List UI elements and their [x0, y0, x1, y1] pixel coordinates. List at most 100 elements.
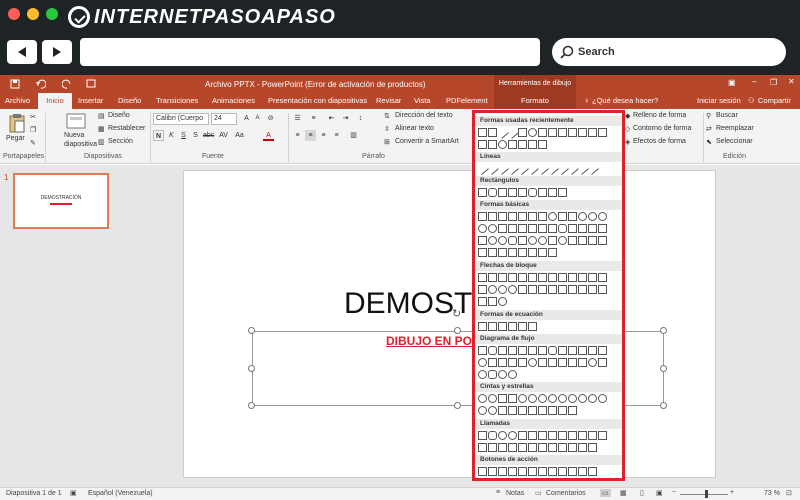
- tab-formato[interactable]: Formato: [494, 93, 576, 109]
- shrink-font-icon[interactable]: A: [252, 113, 263, 124]
- tab-diseno[interactable]: Diseño: [118, 96, 141, 105]
- tab-insertar[interactable]: Insertar: [78, 96, 103, 105]
- select-button[interactable]: Seleccionar: [716, 138, 753, 145]
- slideshow-view-icon[interactable]: ▣: [656, 489, 663, 497]
- tab-animaciones[interactable]: Animaciones: [212, 96, 255, 105]
- new-slide-label[interactable]: Nueva diapositiva: [64, 131, 98, 149]
- shape-row[interactable]: [478, 443, 597, 452]
- shape-row[interactable]: [478, 236, 607, 245]
- tab-vista[interactable]: Vista: [414, 96, 431, 105]
- spacing-button[interactable]: AV: [218, 130, 229, 141]
- shape-row[interactable]: [478, 406, 577, 415]
- slide-canvas[interactable]: DEMOSTR DIBUJO EN POW ↻: [183, 170, 716, 478]
- section-button[interactable]: Sección: [108, 138, 133, 145]
- resize-handle[interactable]: [248, 365, 255, 372]
- zoom-level[interactable]: 73 %: [764, 490, 780, 497]
- restore-icon[interactable]: ❐: [770, 78, 777, 87]
- minimize-icon[interactable]: –: [752, 77, 756, 86]
- tab-archivo[interactable]: Archivo: [5, 96, 30, 105]
- shape-effects-button[interactable]: Efectos de forma: [633, 138, 686, 145]
- strike-button[interactable]: abc: [203, 130, 214, 141]
- shape-row[interactable]: [478, 273, 607, 282]
- reset-button[interactable]: Restablecer: [108, 125, 145, 132]
- tab-revisar[interactable]: Revisar: [376, 96, 401, 105]
- notes-button[interactable]: Notas: [506, 490, 524, 497]
- signin-link[interactable]: Iniciar sesión: [697, 96, 741, 105]
- shape-outline-button[interactable]: Contorno de forma: [633, 125, 691, 132]
- font-color-button[interactable]: A: [263, 130, 274, 141]
- bullets-icon[interactable]: ☰: [292, 113, 303, 124]
- layout-button[interactable]: Diseño: [108, 112, 130, 119]
- zoom-slider[interactable]: [680, 494, 728, 495]
- bold-button[interactable]: N: [153, 130, 164, 141]
- shape-row[interactable]: [478, 431, 607, 440]
- share-button[interactable]: Compartir: [758, 96, 791, 105]
- align-right-icon[interactable]: ≡: [318, 130, 329, 141]
- save-icon[interactable]: [10, 79, 20, 89]
- resize-handle[interactable]: [660, 402, 667, 409]
- slide-subtitle[interactable]: DIBUJO EN POW: [386, 334, 483, 348]
- sorter-view-icon[interactable]: ▦: [620, 489, 627, 497]
- increase-indent-icon[interactable]: ⇥: [340, 113, 351, 124]
- resize-handle[interactable]: [660, 365, 667, 372]
- align-center-icon[interactable]: ≡: [305, 130, 316, 141]
- align-left-icon[interactable]: ≡: [292, 130, 303, 141]
- rotate-handle-icon[interactable]: ↻: [452, 307, 461, 320]
- reading-view-icon[interactable]: ▯: [640, 489, 644, 497]
- clear-format-icon[interactable]: ⊘: [265, 113, 276, 124]
- redo-icon[interactable]: [62, 79, 72, 89]
- undo-icon[interactable]: [36, 79, 46, 89]
- shape-row[interactable]: [478, 285, 607, 294]
- text-direction-button[interactable]: Dirección del texto: [395, 112, 453, 119]
- cut-icon[interactable]: ✂: [30, 113, 36, 121]
- tab-inicio[interactable]: Inicio: [38, 93, 72, 109]
- shape-row[interactable]: [478, 322, 537, 331]
- comments-button[interactable]: Comentarios: [546, 490, 586, 497]
- copy-icon[interactable]: ❐: [30, 126, 36, 134]
- ribbon-options-icon[interactable]: ▣: [728, 78, 736, 87]
- resize-handle[interactable]: [660, 327, 667, 334]
- smartart-button[interactable]: Convertir a SmartArt: [395, 138, 459, 145]
- resize-handle[interactable]: [454, 402, 461, 409]
- decrease-indent-icon[interactable]: ⇤: [326, 113, 337, 124]
- format-painter-icon[interactable]: ✎: [30, 139, 36, 147]
- resize-handle[interactable]: [248, 402, 255, 409]
- paste-label[interactable]: Pegar: [6, 135, 25, 142]
- grow-font-icon[interactable]: A: [241, 113, 252, 124]
- tab-presentacion[interactable]: Presentación con diapositivas: [268, 96, 367, 105]
- shape-row[interactable]: [478, 140, 547, 149]
- language-status[interactable]: Español (Venezuela): [88, 490, 153, 497]
- paste-icon[interactable]: [8, 113, 26, 133]
- shape-row[interactable]: [478, 248, 557, 257]
- shape-fill-button[interactable]: Relleno de forma: [633, 112, 686, 119]
- close-window-button[interactable]: [8, 8, 20, 20]
- shape-row[interactable]: [478, 212, 607, 221]
- tab-pdfelement[interactable]: PDFelement: [446, 96, 488, 105]
- new-slide-icon[interactable]: [66, 113, 86, 129]
- slide-thumbnail[interactable]: DEMOSTRACIÓN: [13, 173, 109, 229]
- shape-row[interactable]: [478, 188, 567, 197]
- tell-me-field[interactable]: ¿Qué desea hacer?: [592, 96, 658, 105]
- share-icon[interactable]: ⚇: [748, 96, 755, 105]
- back-button[interactable]: [7, 40, 37, 64]
- shape-row[interactable]: [478, 126, 607, 139]
- replace-button[interactable]: Reemplazar: [716, 125, 754, 132]
- justify-icon[interactable]: ≡: [331, 130, 342, 141]
- minimize-window-button[interactable]: [27, 8, 39, 20]
- close-icon[interactable]: ✕: [788, 77, 795, 86]
- shape-row[interactable]: [478, 224, 607, 233]
- shape-row[interactable]: [478, 297, 507, 306]
- columns-icon[interactable]: ▥: [348, 130, 359, 141]
- normal-view-icon[interactable]: ▭: [600, 489, 611, 497]
- present-icon[interactable]: [86, 79, 96, 89]
- find-button[interactable]: Buscar: [716, 112, 738, 119]
- resize-handle[interactable]: [454, 327, 461, 334]
- forward-button[interactable]: [42, 40, 72, 64]
- resize-handle[interactable]: [248, 327, 255, 334]
- shadow-button[interactable]: S: [190, 130, 201, 141]
- tab-transiciones[interactable]: Transiciones: [156, 96, 198, 105]
- case-button[interactable]: Aa: [234, 130, 245, 141]
- font-size-select[interactable]: 24: [211, 113, 237, 125]
- numbering-icon[interactable]: ≡: [308, 113, 319, 124]
- search-box[interactable]: Search: [552, 38, 786, 66]
